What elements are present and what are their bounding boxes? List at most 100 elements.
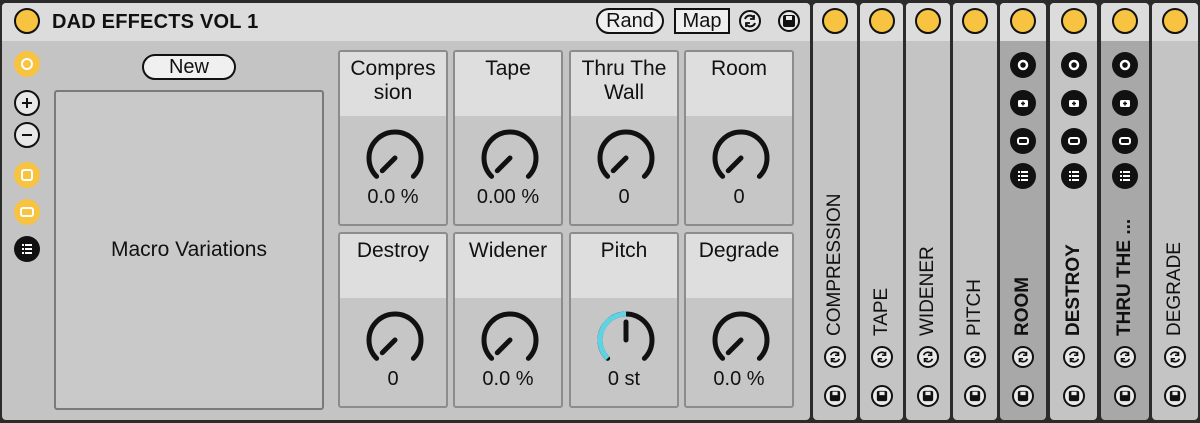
macro-value: 0 (733, 186, 745, 208)
macro-knob[interactable] (594, 126, 658, 190)
minus-box-icon[interactable] (1010, 128, 1036, 154)
chain-power-button[interactable] (1010, 8, 1036, 34)
randomize-icon[interactable] (14, 162, 40, 188)
ring-icon[interactable] (1112, 52, 1138, 78)
knob-needle (494, 155, 513, 174)
chain-name: TAPE (870, 287, 892, 336)
chain-save-icon[interactable] (1164, 385, 1186, 407)
map-button[interactable]: Map (674, 8, 730, 34)
knob-needle (379, 337, 398, 356)
list-icon[interactable] (1112, 163, 1138, 189)
chain-power-button[interactable] (822, 8, 848, 34)
chain-2[interactable]: TAPE (860, 3, 903, 420)
chain-refresh-icon[interactable] (1012, 346, 1034, 368)
camera-icon[interactable] (1010, 90, 1036, 116)
chain-refresh-icon[interactable] (824, 346, 846, 368)
chain-name: PITCH (964, 279, 985, 336)
macro-value: 0.0 % (367, 186, 419, 208)
macro-knob[interactable] (478, 308, 542, 372)
macro-1[interactable]: Compres sion 0.0 % (338, 50, 448, 226)
chain-name: DESTROY (1062, 244, 1084, 336)
chain-refresh-icon[interactable] (870, 346, 893, 368)
knob-needle (725, 337, 744, 356)
macro-map-icon[interactable] (14, 51, 40, 77)
knob-needle (379, 155, 398, 174)
chain-refresh-icon[interactable] (1164, 346, 1186, 368)
macro-knob[interactable] (709, 308, 773, 372)
camera-icon[interactable] (1060, 90, 1087, 116)
list-icon[interactable] (1060, 163, 1087, 189)
macro-knob[interactable] (594, 308, 658, 372)
chain-refresh-icon[interactable] (964, 346, 986, 368)
list-icon[interactable] (14, 236, 40, 262)
chain-list-icon[interactable] (14, 199, 40, 225)
macro-4[interactable]: Room 0 (684, 50, 794, 226)
chain-power-button[interactable] (1112, 8, 1138, 34)
chain-power-button[interactable] (962, 8, 988, 34)
chain-save-icon[interactable] (824, 385, 846, 407)
ring-icon[interactable] (1060, 52, 1087, 78)
chain-1[interactable]: COMPRESSION (813, 3, 857, 420)
macro-value: 0.0 % (482, 368, 534, 390)
macro-label: Degrade (686, 234, 792, 298)
ring-icon[interactable] (1010, 52, 1036, 78)
macro-6[interactable]: Widener 0.0 % (453, 232, 563, 408)
knob-needle (725, 155, 744, 174)
macro-5[interactable]: Destroy 0 (338, 232, 448, 408)
macro-variations-panel[interactable]: Macro Variations (54, 90, 324, 410)
macro-knob[interactable] (478, 126, 542, 190)
macro-8[interactable]: Degrade 0.0 % (684, 232, 794, 408)
macro-knob[interactable] (363, 126, 427, 190)
list-icon[interactable] (1010, 163, 1036, 189)
chain-save-icon[interactable] (1062, 385, 1085, 407)
macro-knob[interactable] (709, 126, 773, 190)
rack-side-controls (14, 51, 46, 271)
chain-save-icon[interactable] (964, 385, 986, 407)
chain-3[interactable]: WIDENER (906, 3, 950, 420)
chain-power-button[interactable] (868, 8, 895, 34)
chain-name: DEGRADE (1164, 242, 1185, 336)
remove-macro-icon[interactable] (14, 122, 40, 148)
new-variation-button[interactable]: New (142, 54, 236, 80)
chain-4[interactable]: PITCH (953, 3, 997, 420)
macro-variations-label: Macro Variations (110, 238, 267, 261)
macro-value: 0 (387, 368, 399, 390)
chain-save-icon[interactable] (1114, 385, 1136, 407)
macro-7[interactable]: Pitch 0 st (569, 232, 679, 408)
chain-save-icon[interactable] (917, 385, 939, 407)
macro-label: Destroy (340, 234, 446, 298)
refresh-icon[interactable] (739, 10, 761, 32)
chain-refresh-icon[interactable] (1114, 346, 1136, 368)
chain-refresh-icon[interactable] (917, 346, 939, 368)
macro-value: 0 (618, 186, 630, 208)
chain-refresh-icon[interactable] (1062, 346, 1085, 368)
chain-6[interactable]: DESTROY (1050, 3, 1097, 420)
chain-name: COMPRESSION (824, 193, 845, 336)
macro-3[interactable]: Thru The Wall 0 (569, 50, 679, 226)
chain-power-button[interactable] (1060, 8, 1087, 34)
macro-label: Thru The Wall (571, 52, 677, 116)
macro-knob[interactable] (363, 308, 427, 372)
macro-2[interactable]: Tape 0.00 % (453, 50, 563, 226)
chain-name: ROOM (1012, 276, 1033, 336)
chain-5[interactable]: ROOM (1000, 3, 1046, 420)
rand-button[interactable]: Rand (596, 8, 664, 34)
chain-save-icon[interactable] (870, 385, 893, 407)
chain-save-icon[interactable] (1012, 385, 1034, 407)
macro-value: 0.00 % (476, 186, 540, 208)
macro-label: Compres sion (340, 52, 446, 116)
add-macro-icon[interactable] (14, 90, 40, 116)
rack-power-button[interactable] (14, 8, 40, 34)
camera-icon[interactable] (1112, 90, 1138, 116)
chain-power-button[interactable] (915, 8, 941, 34)
chain-7[interactable]: THRU THE ... (1101, 3, 1149, 420)
knob-needle (610, 155, 629, 174)
minus-box-icon[interactable] (1112, 128, 1138, 154)
chain-power-button[interactable] (1162, 8, 1188, 34)
save-icon[interactable] (778, 10, 800, 32)
chain-8[interactable]: DEGRADE (1152, 3, 1198, 420)
minus-box-icon[interactable] (1060, 128, 1087, 154)
instrument-rack: DAD EFFECTS VOL 1 Rand Map New Macro Var… (2, 3, 810, 420)
knob-needle (494, 337, 513, 356)
macro-label: Pitch (571, 234, 677, 298)
